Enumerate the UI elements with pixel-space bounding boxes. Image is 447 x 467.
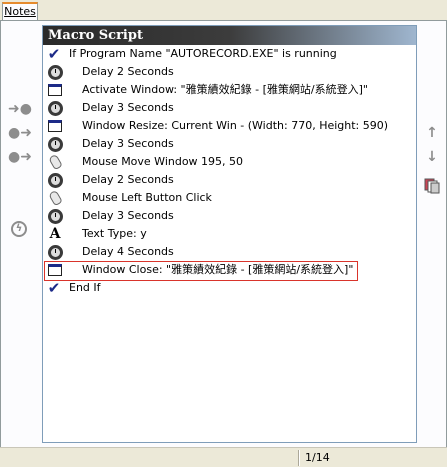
macro-line-text: Text Type: y — [82, 227, 147, 240]
tab-strip: Notes — [0, 0, 447, 21]
alarm-clock-icon — [47, 64, 63, 80]
macro-line-text: Activate Window: "雅策績效紀錄 - [雅策網站/系統登入]" — [82, 83, 368, 96]
arrow-up-icon[interactable]: ↑ — [425, 125, 439, 141]
check-icon: ✔ — [47, 278, 61, 297]
alarm-clock-icon — [47, 244, 63, 260]
macro-script-title: Macro Script — [43, 26, 416, 45]
step-into-icon[interactable]: ➜● — [6, 102, 34, 116]
macro-line[interactable]: Mouse Move Window 195, 50 — [43, 153, 416, 171]
macro-line-text: Mouse Left Button Click — [82, 191, 212, 204]
mouse-icon — [47, 189, 63, 207]
macro-script-panel: Macro Script ✔ If Program Name "AUTORECO… — [42, 25, 417, 443]
macro-lines: ✔ If Program Name "AUTORECORD.EXE" is ru… — [43, 45, 416, 297]
macro-line[interactable]: Delay 4 Seconds — [43, 243, 416, 261]
macro-line[interactable]: Delay 2 Seconds — [43, 63, 416, 81]
status-bar: 1/14 — [0, 447, 447, 467]
macro-line-text: Window Close: "雅策績效紀錄 - [雅策網站/系統登入]" — [82, 263, 354, 276]
status-divider — [299, 450, 300, 466]
arrow-down-icon[interactable]: ↓ — [425, 149, 439, 165]
alarm-clock-icon — [47, 172, 63, 188]
macro-line-text: Window Resize: Current Win - (Width: 770… — [82, 119, 389, 132]
macro-line-text: Delay 2 Seconds — [82, 173, 174, 186]
macro-line-text: If Program Name "AUTORECORD.EXE" is runn… — [69, 47, 337, 60]
window-icon — [47, 118, 63, 134]
macro-line[interactable]: ✔ End If — [43, 279, 416, 297]
mouse-icon — [47, 153, 63, 171]
window-icon — [47, 262, 63, 278]
macro-line[interactable]: Delay 3 Seconds — [43, 135, 416, 153]
macro-line[interactable]: Delay 3 Seconds — [43, 207, 416, 225]
macro-line[interactable]: ✔ If Program Name "AUTORECORD.EXE" is ru… — [43, 45, 416, 63]
macro-line-text: End If — [69, 281, 101, 294]
macro-line-text: Delay 3 Seconds — [82, 101, 174, 114]
macro-line-text: Delay 4 Seconds — [82, 245, 174, 258]
letter-a-icon: A — [49, 226, 61, 242]
macro-line[interactable]: Delay 2 Seconds — [43, 171, 416, 189]
macro-line[interactable]: Window Resize: Current Win - (Width: 770… — [43, 117, 416, 135]
disable-icon[interactable]: ϟ — [11, 221, 27, 237]
macro-line[interactable]: Delay 3 Seconds — [43, 99, 416, 117]
macro-line-text: Delay 2 Seconds — [82, 65, 174, 78]
window-icon — [47, 82, 63, 98]
macro-line-text: Delay 3 Seconds — [82, 137, 174, 150]
macro-line[interactable]: Activate Window: "雅策績效紀錄 - [雅策網站/系統登入]" — [43, 81, 416, 99]
macro-line-text: Delay 3 Seconds — [82, 209, 174, 222]
step-out-icon[interactable]: ●➜ — [6, 126, 34, 140]
macro-line[interactable]: A Text Type: y — [43, 225, 416, 243]
alarm-clock-icon — [47, 136, 63, 152]
check-icon: ✔ — [47, 44, 61, 63]
copy-pages-icon[interactable] — [423, 177, 441, 195]
alarm-clock-icon — [47, 100, 63, 116]
tab-notes[interactable]: Notes — [2, 2, 38, 21]
macro-line-text: Mouse Move Window 195, 50 — [82, 155, 244, 168]
left-toolbar: ➜● ●➜ ●➜ ϟ — [1, 21, 42, 446]
page-counter: 1/14 — [305, 451, 330, 464]
macro-line[interactable]: Mouse Left Button Click — [43, 189, 416, 207]
alarm-clock-icon — [47, 208, 63, 224]
macro-line-selected[interactable]: Window Close: "雅策績效紀錄 - [雅策網站/系統登入]" — [43, 261, 416, 281]
step-over-icon[interactable]: ●➜ — [6, 150, 34, 164]
right-toolbar: ↑ ↓ — [418, 21, 446, 446]
